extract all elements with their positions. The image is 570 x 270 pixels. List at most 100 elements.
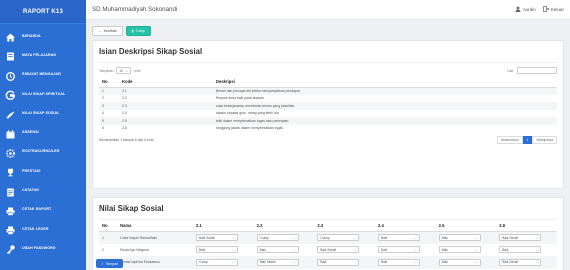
grade-select[interactable]: Baik ⌄: [377, 258, 420, 266]
sidebar-item-prestasi[interactable]: PRESTASI: [0, 161, 86, 180]
save-button[interactable]: ✓ Simpan: [96, 259, 124, 268]
google-icon: [5, 88, 16, 100]
pagination-page[interactable]: 1: [522, 136, 533, 144]
sidebar-item-ubah-password[interactable]: UBAH PASSWORD: [0, 238, 86, 257]
sidebar-item-label: CATATAN: [22, 188, 39, 193]
search-label: Cari:: [507, 68, 514, 73]
sidebar-item-label: NILAI SIKAP SOSIAL: [22, 110, 60, 115]
chevron-down-icon: ⌄: [414, 235, 417, 240]
column-header-deskripsi[interactable]: Deskripsi: [213, 77, 557, 88]
table-info: Menampilkan 1 sampai 6 dari 6 entri: [99, 138, 154, 142]
column-header-no[interactable]: No: [99, 77, 119, 88]
cell-nama: Cutta Haydn Ramadhani: [117, 231, 193, 244]
sidebar-item-label: UBAH PASSWORD: [22, 245, 56, 250]
grade-value: Baik: [380, 247, 388, 252]
column-header-2-6: 2.6: [496, 220, 557, 232]
sidebar-item-catatan[interactable]: CATATAN: [0, 180, 86, 199]
cell-nama: ahmad rajdi koi Ekokamsu: [117, 256, 193, 269]
brand[interactable]: RAPORT K13: [0, 0, 86, 24]
close-button-label: Tutup: [135, 29, 145, 33]
grade-select[interactable]: Baik Sekali ⌄: [499, 234, 542, 241]
deskripsi-panel: Isian Deskripsi Sikap Sosial Tampilkan 1…: [92, 40, 564, 189]
sidebar-item-label: PRESTASI: [22, 168, 41, 173]
pagination-next[interactable]: Selanjutnya: [532, 136, 557, 144]
chevron-down-icon: ⌄: [414, 247, 417, 252]
user-menu[interactable]: nurdin: [515, 6, 536, 13]
chevron-down-icon: ⌄: [232, 260, 235, 265]
panel-title: Isian Deskripsi Sikap Sosial: [99, 45, 557, 63]
file-icon: ▮: [131, 29, 134, 33]
back-button-label: Kembali: [103, 29, 117, 33]
column-header-2-1: 2.1: [193, 220, 254, 232]
sidebar-item-nilai-sikap-sosial[interactable]: NILAI SIKAP SOSIAL: [0, 103, 86, 122]
search-input[interactable]: [517, 67, 557, 74]
chevron-down-icon: ⌄: [535, 247, 539, 252]
grade-value: Baik: [441, 247, 448, 252]
sidebar-item-cetak-raport[interactable]: CETAK RAPORT: [0, 200, 86, 219]
main-content: ← Kembali ▮ Tutup Isian Deskripsi Sikap …: [86, 20, 570, 270]
sidebar-nav: BERANDA MATA PELAJARAN RIWAYAT MENGAJAR …: [0, 24, 86, 258]
user-name: nurdin: [522, 7, 536, 12]
key-icon: [5, 242, 16, 255]
cell-no: 2: [102, 96, 104, 101]
grade-select[interactable]: Baik ⌄: [377, 246, 420, 254]
column-header-2-2: 2.2: [253, 220, 315, 232]
cell-deskripsi: tanggung jawab dalam menyelesaikan tugas: [216, 126, 283, 131]
home-icon: [5, 30, 16, 42]
sidebar-item-nilai-sikap-spiritual[interactable]: NILAI SIKAP SPIRITUAL: [0, 84, 86, 103]
pagination-prev[interactable]: Sebelumnya: [496, 136, 523, 144]
topbar: SD Muhammadiyah Sokonandi nurdin Keluar: [86, 0, 570, 20]
sidebar-item-label: MATA PELAJARAN: [22, 52, 57, 57]
sidebar-item-beranda[interactable]: BERANDA: [0, 26, 86, 45]
table-row: 1 Cutta Haydn Ramadhani Baik Sekali ⌄ Cuk…: [99, 231, 557, 244]
book-icon: [5, 49, 16, 61]
grade-select[interactable]: Baik ⌄: [499, 246, 542, 254]
cell-deskripsi: teliti dalam menyelesaikan tugas atau pe…: [213, 117, 557, 125]
cell-no: 1: [99, 231, 117, 244]
chevron-down-icon: ⌄: [125, 68, 129, 73]
grade-select[interactable]: Baik Sekali ⌄: [256, 258, 299, 266]
sidebar-item-label: ABSENSI: [22, 130, 39, 135]
grade-select[interactable]: Baik ⌄: [438, 234, 481, 241]
chevron-down-icon: ⌄: [414, 260, 417, 265]
close-button[interactable]: ▮ Tutup: [125, 26, 151, 36]
calendar-icon: [5, 127, 16, 139]
grade-select[interactable]: Cukup ⌄: [256, 234, 299, 241]
brand-title: RAPORT K13: [22, 8, 63, 15]
grade-value: Baik: [441, 235, 448, 240]
page-length-value: 10: [119, 68, 123, 73]
sidebar-item-riwayat-mengajar[interactable]: RIWAYAT MENGAJAR: [0, 65, 86, 84]
grade-select[interactable]: Baik Sekali ⌄: [317, 246, 360, 254]
grade-select[interactable]: Baik ⌄: [256, 246, 299, 254]
logout-label: Keluar: [550, 7, 564, 12]
grade-select[interactable]: Baik ⌄: [438, 258, 481, 266]
grade-value: Baik Sekali: [259, 260, 276, 265]
back-button[interactable]: ← Kembali: [92, 26, 123, 36]
grade-select[interactable]: Baik ⌄: [317, 258, 360, 266]
chevron-down-icon: ⌄: [232, 247, 235, 252]
grade-select[interactable]: Cukup ⌄: [317, 234, 360, 241]
sidebar-item-cetak-leger[interactable]: CETAK LEGER: [0, 219, 86, 238]
grade-select[interactable]: Baik Sekali ⌄: [499, 258, 542, 266]
print-icon: [5, 204, 16, 216]
deskripsi-table: No Kode Deskripsi 1 2.1 Berani dan percaya…: [99, 77, 557, 132]
grade-select[interactable]: Baik ⌄: [196, 246, 238, 254]
grade-value: Baik: [441, 260, 448, 265]
column-header-kode[interactable]: Kode: [119, 77, 213, 88]
grade-select[interactable]: Baik ⌄: [377, 234, 420, 241]
sidebar: RAPORT K13 BERANDA MATA PELAJARAN RIWAYA…: [0, 0, 86, 270]
table-header-row: No Nama 2.1 2.2 2.3 2.4 2.5 2.6: [99, 220, 557, 232]
grade-select[interactable]: Baik Sekali ⌄: [196, 234, 238, 241]
sidebar-item-mata-pelajaran[interactable]: MATA PELAJARAN: [0, 45, 86, 64]
page-length-control: Tampilkan 10 ⌄ entri: [99, 67, 141, 74]
grade-select[interactable]: Cukup ⌄: [196, 258, 238, 266]
chevron-down-icon: ⌄: [535, 235, 539, 240]
grade-select[interactable]: Baik ⌄: [438, 246, 481, 254]
logout-link[interactable]: Keluar: [542, 6, 564, 13]
chevron-down-icon: ⌄: [475, 247, 478, 252]
sidebar-item-absensi[interactable]: ABSENSI: [0, 122, 86, 141]
cell-no: 2: [102, 247, 104, 252]
logout-icon: [542, 6, 550, 13]
sidebar-item-ekstrakurikuler[interactable]: EKSTRAKURIKULER: [0, 142, 86, 161]
page-length-select[interactable]: 10 ⌄: [116, 67, 132, 74]
